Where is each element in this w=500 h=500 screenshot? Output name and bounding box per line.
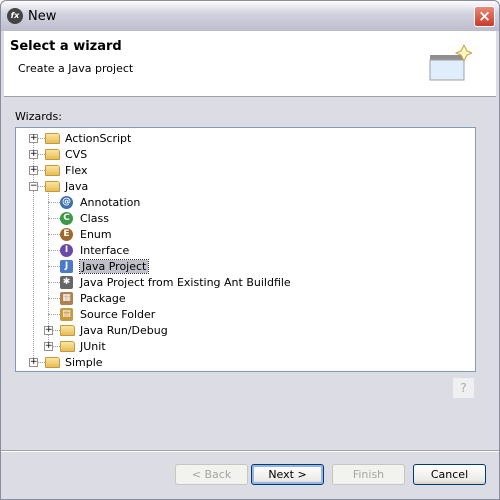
tree-line bbox=[48, 314, 60, 315]
wizard-banner-icon bbox=[429, 45, 472, 81]
tree-item-label: CVS bbox=[65, 147, 88, 161]
expand-icon[interactable]: + bbox=[29, 166, 38, 175]
tree-item[interactable]: ActionScript bbox=[45, 130, 131, 146]
help-icon: ? bbox=[460, 381, 467, 395]
folder-icon bbox=[45, 180, 60, 192]
tree-item[interactable]: I Interface bbox=[60, 242, 129, 258]
tree-line bbox=[48, 266, 60, 267]
package-icon: ▦ bbox=[60, 291, 73, 305]
tree-item[interactable]: JUnit bbox=[60, 338, 106, 354]
collapse-icon[interactable]: − bbox=[29, 182, 38, 191]
interface-icon: I bbox=[60, 243, 73, 257]
close-icon: × bbox=[478, 7, 491, 25]
tree-item-label: Source Folder bbox=[80, 307, 156, 321]
tree-item[interactable]: J Java Project bbox=[60, 258, 150, 274]
tree-line bbox=[33, 142, 34, 366]
wizard-tree[interactable]: + ActionScript + CVS + Flex − Java @ Annotation C C… bbox=[15, 127, 476, 372]
tree-item[interactable]: ▦ Package bbox=[60, 290, 126, 306]
wizards-label: Wizards: bbox=[15, 110, 62, 123]
help-button[interactable]: ? bbox=[453, 378, 474, 398]
folder-icon bbox=[45, 164, 60, 176]
tree-item-label: JUnit bbox=[80, 339, 106, 353]
expand-icon[interactable]: + bbox=[29, 358, 38, 367]
tree-item[interactable]: C Class bbox=[60, 210, 109, 226]
tree-item-label: Java Run/Debug bbox=[80, 323, 168, 337]
expand-icon[interactable]: + bbox=[44, 326, 53, 335]
window-title: New bbox=[28, 9, 57, 24]
java-project-icon: J bbox=[60, 259, 73, 273]
folder-icon bbox=[45, 356, 60, 368]
back-button[interactable]: < Back bbox=[175, 464, 248, 485]
tree-line bbox=[48, 250, 60, 251]
tree-item[interactable]: CVS bbox=[45, 146, 87, 162]
tree-item-label: Java Project from Existing Ant Buildfile bbox=[80, 275, 291, 289]
annotation-icon: @ bbox=[60, 195, 73, 209]
source-folder-icon: ▤ bbox=[60, 307, 73, 321]
enum-icon: E bbox=[60, 227, 73, 241]
finish-button[interactable]: Finish bbox=[332, 464, 405, 485]
tree-line bbox=[48, 282, 60, 283]
class-icon: C bbox=[60, 211, 73, 225]
folder-icon bbox=[45, 148, 60, 160]
tree-item[interactable]: ✱ Java Project from Existing Ant Buildfil… bbox=[60, 274, 291, 290]
expand-icon[interactable]: + bbox=[29, 134, 38, 143]
tree-line bbox=[48, 202, 60, 203]
folder-icon bbox=[60, 340, 75, 352]
expand-icon[interactable]: + bbox=[29, 150, 38, 159]
tree-line bbox=[48, 234, 60, 235]
separator bbox=[1, 450, 499, 452]
wizard-header: Select a wizard Create a Java project bbox=[4, 31, 496, 97]
tree-line bbox=[48, 298, 60, 299]
tree-item[interactable]: @ Annotation bbox=[60, 194, 140, 210]
tree-line bbox=[48, 218, 60, 219]
folder-icon bbox=[45, 132, 60, 144]
tree-item[interactable]: Java Run/Debug bbox=[60, 322, 168, 338]
title-bar: fx New × bbox=[1, 1, 499, 31]
tree-item-label: Flex bbox=[65, 163, 88, 177]
expand-icon[interactable]: + bbox=[44, 342, 53, 351]
ant-icon: ✱ bbox=[60, 275, 73, 289]
tree-item-label: Package bbox=[80, 291, 126, 305]
tree-item[interactable]: ▤ Source Folder bbox=[60, 306, 155, 322]
tree-item-label: Java bbox=[65, 179, 89, 193]
page-description: Create a Java project bbox=[18, 62, 134, 75]
tree-item[interactable]: Java bbox=[45, 178, 88, 194]
tree-item-label: Enum bbox=[80, 227, 112, 241]
tree-item-label: Interface bbox=[80, 243, 130, 257]
tree-item-label: Annotation bbox=[80, 195, 141, 209]
new-wizard-dialog: fx New × Select a wizard Create a Java p… bbox=[0, 0, 500, 500]
page-title: Select a wizard bbox=[10, 39, 122, 54]
tree-item[interactable]: Flex bbox=[45, 162, 87, 178]
cancel-button[interactable]: Cancel bbox=[413, 464, 486, 485]
app-icon: fx bbox=[7, 8, 23, 24]
tree-item-label: ActionScript bbox=[65, 131, 132, 145]
tree-item-label: Class bbox=[80, 211, 109, 225]
folder-icon bbox=[60, 324, 75, 336]
tree-item[interactable]: E Enum bbox=[60, 226, 112, 242]
tree-item-label: Java Project bbox=[78, 258, 150, 274]
tree-item[interactable]: Simple bbox=[45, 354, 103, 370]
next-button[interactable]: Next > bbox=[251, 464, 324, 485]
tree-item-label: Simple bbox=[65, 355, 103, 369]
close-button[interactable]: × bbox=[474, 6, 495, 27]
